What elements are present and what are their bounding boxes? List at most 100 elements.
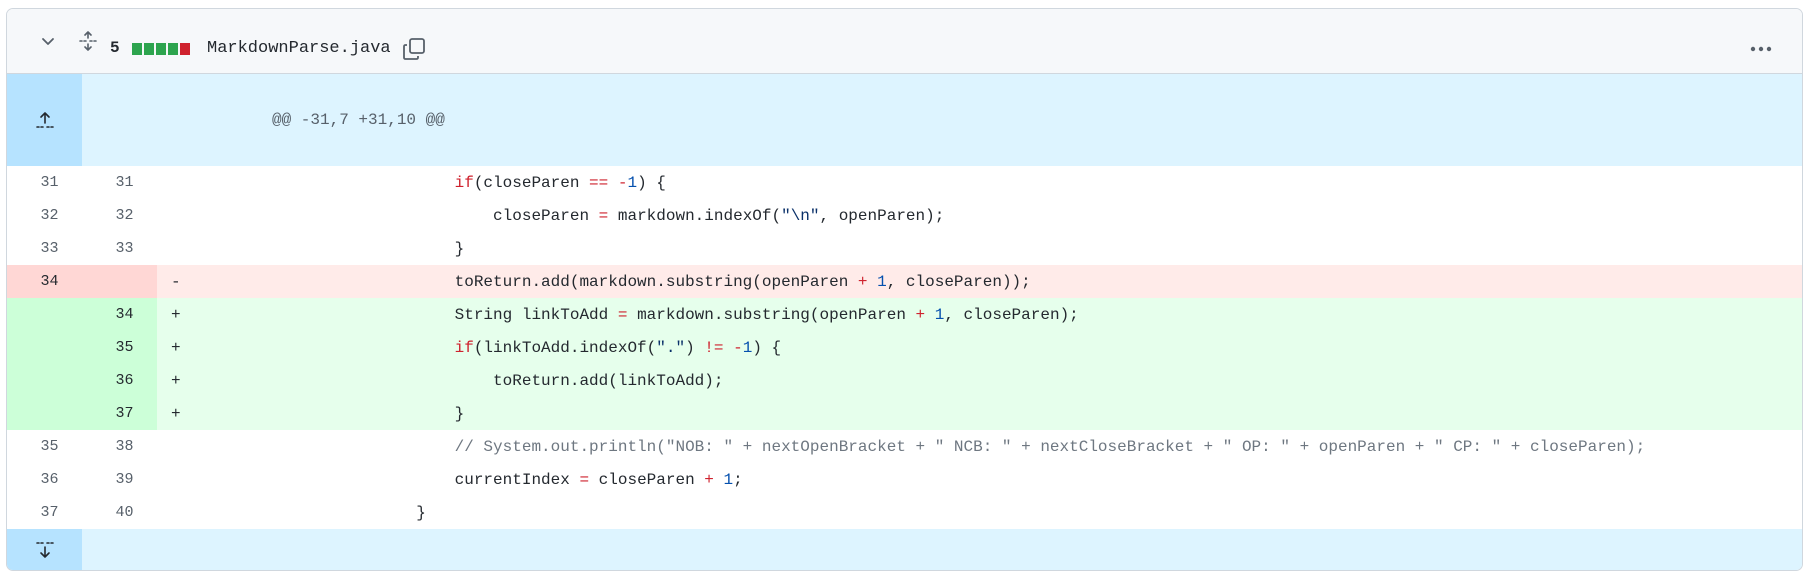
code-line: + String linkToAdd = markdown.substring(… [157,298,1802,331]
context-line: 35 38 // System.out.println("NOB: " + nex… [7,430,1802,463]
diff-marker: + [171,404,181,423]
code-token: toReturn.add(markdown.substring(openPare… [454,272,858,291]
file-header: 5 MarkdownParse.java [7,9,1802,74]
code-token: ) [685,338,705,357]
context-line: 37 40 } [7,496,1802,529]
added-line: 37 + } [7,397,1802,430]
old-line-number[interactable] [7,397,82,430]
code-token: + [704,470,714,489]
diffstat-block [144,43,154,55]
context-line: 36 39 currentIndex = closeParen + 1; [7,463,1802,496]
code-token: currentIndex [454,470,580,489]
new-line-number[interactable]: 39 [82,463,157,496]
chevron-down-icon[interactable] [38,31,58,51]
code-line: currentIndex = closeParen + 1; [157,463,1802,496]
code-token: = [598,206,609,225]
old-line-number[interactable]: 32 [7,199,82,232]
deleted-line: 34 - toReturn.add(markdown.substring(open… [7,265,1802,298]
code-token: == [589,173,609,192]
code-token: "." [656,338,686,357]
new-line-number[interactable]: 34 [82,298,157,331]
new-line-number[interactable]: 40 [82,496,157,529]
code-text: if(linkToAdd.indexOf(".") != -1) { [301,338,782,357]
diff-marker: + [171,305,181,324]
code-token: + [915,305,926,324]
code-token: } [454,404,465,423]
diffstat-block [168,43,178,55]
code-token: (linkToAdd.indexOf( [473,338,657,357]
expand-down-filler [82,529,1802,570]
diffstat-block [156,43,166,55]
code-line: + } [157,397,1802,430]
code-token: , closeParen); [944,305,1079,324]
new-line-number[interactable] [82,265,157,298]
code-text: closeParen = markdown.indexOf("\n", open… [301,207,944,225]
context-line: 33 33 } [7,232,1802,265]
code-line: } [157,232,1802,265]
code-token: 1 [742,338,753,357]
code-token: != [704,338,724,357]
code-text: toReturn.add(markdown.substring(openPare… [301,273,1031,291]
code-line: + if(linkToAdd.indexOf(".") != -1) { [157,331,1802,364]
new-line-number[interactable]: 31 [82,166,157,199]
new-line-number[interactable]: 37 [82,397,157,430]
added-line: 36 + toReturn.add(linkToAdd); [7,364,1802,397]
code-token: // System.out.println("NOB: " + nextOpen… [454,437,1646,456]
context-line: 32 32 closeParen = markdown.indexOf("\n",… [7,199,1802,232]
code-token: if [454,173,474,192]
code-token: if [454,338,474,357]
code-token: ; [733,470,743,489]
code-text: } [301,404,465,423]
expand-up-icon [7,110,82,130]
diffstat-block [180,43,190,55]
code-token: markdown.indexOf( [608,206,782,225]
old-line-number[interactable]: 31 [7,166,82,199]
old-line-number[interactable] [7,364,82,397]
code-token: + [857,272,868,291]
new-line-number[interactable]: 33 [82,232,157,265]
old-line-number[interactable] [7,298,82,331]
old-line-number[interactable] [7,331,82,364]
old-line-number[interactable]: 34 [7,265,82,298]
unfold-icon[interactable] [76,29,100,53]
old-line-number[interactable]: 33 [7,232,82,265]
old-line-number[interactable]: 35 [7,430,82,463]
code-token: ) { [752,338,782,357]
code-token: 1 [723,470,734,489]
code-token: markdown.substring(openParen [627,305,916,324]
kebab-horizontal-icon[interactable] [1747,35,1775,63]
context-line: 31 31 if(closeParen == -1) { [7,166,1802,199]
new-line-number[interactable]: 38 [82,430,157,463]
old-line-number[interactable]: 36 [7,463,82,496]
diffstat [132,43,190,55]
new-line-number[interactable]: 35 [82,331,157,364]
code-token: = [579,470,590,489]
diff-marker: - [171,272,181,291]
changes-count: 5 [110,39,120,57]
file-name[interactable]: MarkdownParse.java [207,39,391,58]
new-line-number[interactable]: 36 [82,364,157,397]
code-text: // System.out.println("NOB: " + nextOpen… [301,437,1646,456]
code-token: closeParen [493,206,599,225]
code-line: closeParen = markdown.indexOf("\n", open… [157,199,1802,232]
code-token: , closeParen)); [886,272,1031,291]
old-line-number[interactable]: 37 [7,496,82,529]
expand-down-button[interactable] [7,529,82,570]
hunk-header-row: @@ -31,7 +31,10 @@ [7,74,1802,166]
code-token: 1 [627,173,638,192]
new-line-number[interactable]: 32 [82,199,157,232]
diff-table: @@ -31,7 +31,10 @@ 31 31 if(closeParen ==… [7,74,1802,570]
copy-icon[interactable] [400,35,428,63]
expand-up-button[interactable] [7,74,82,166]
